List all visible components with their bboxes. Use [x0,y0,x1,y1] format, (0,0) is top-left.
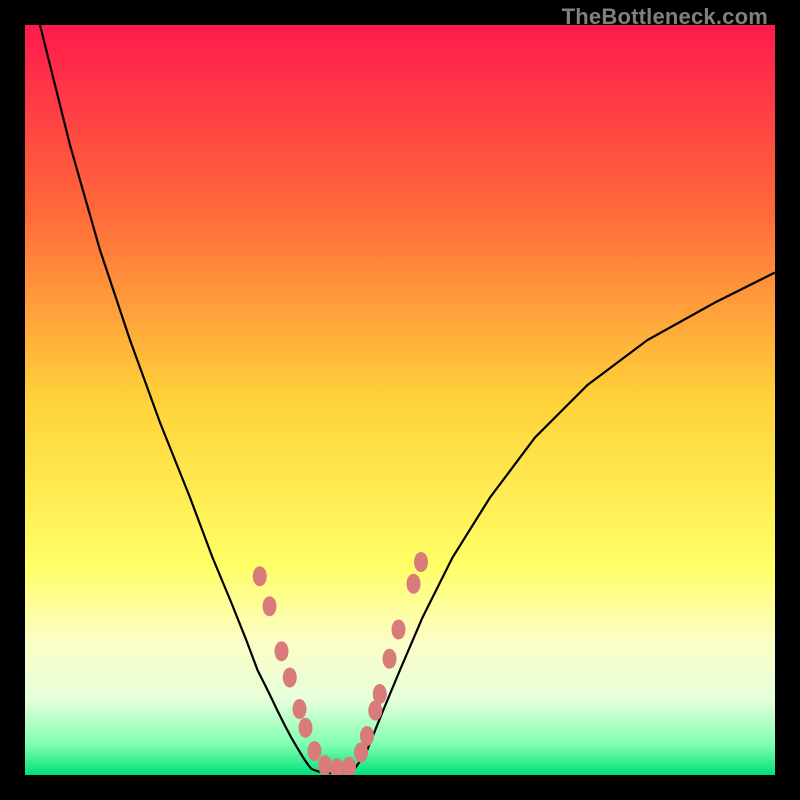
curve-marker [275,641,289,661]
curve-marker [263,596,277,616]
plot-frame [25,25,775,775]
gradient-plot [25,25,775,775]
curve-marker [253,566,267,586]
curve-marker [283,668,297,688]
curve-marker [360,726,374,746]
curve-marker [414,552,428,572]
curve-marker [299,718,313,738]
gradient-background [25,25,775,775]
curve-marker [318,755,332,775]
curve-marker [407,574,421,594]
curve-marker [383,649,397,669]
curve-marker [392,620,406,640]
curve-marker [373,684,387,704]
watermark-text: TheBottleneck.com [562,4,768,30]
curve-marker [293,699,307,719]
curve-marker [308,741,322,761]
